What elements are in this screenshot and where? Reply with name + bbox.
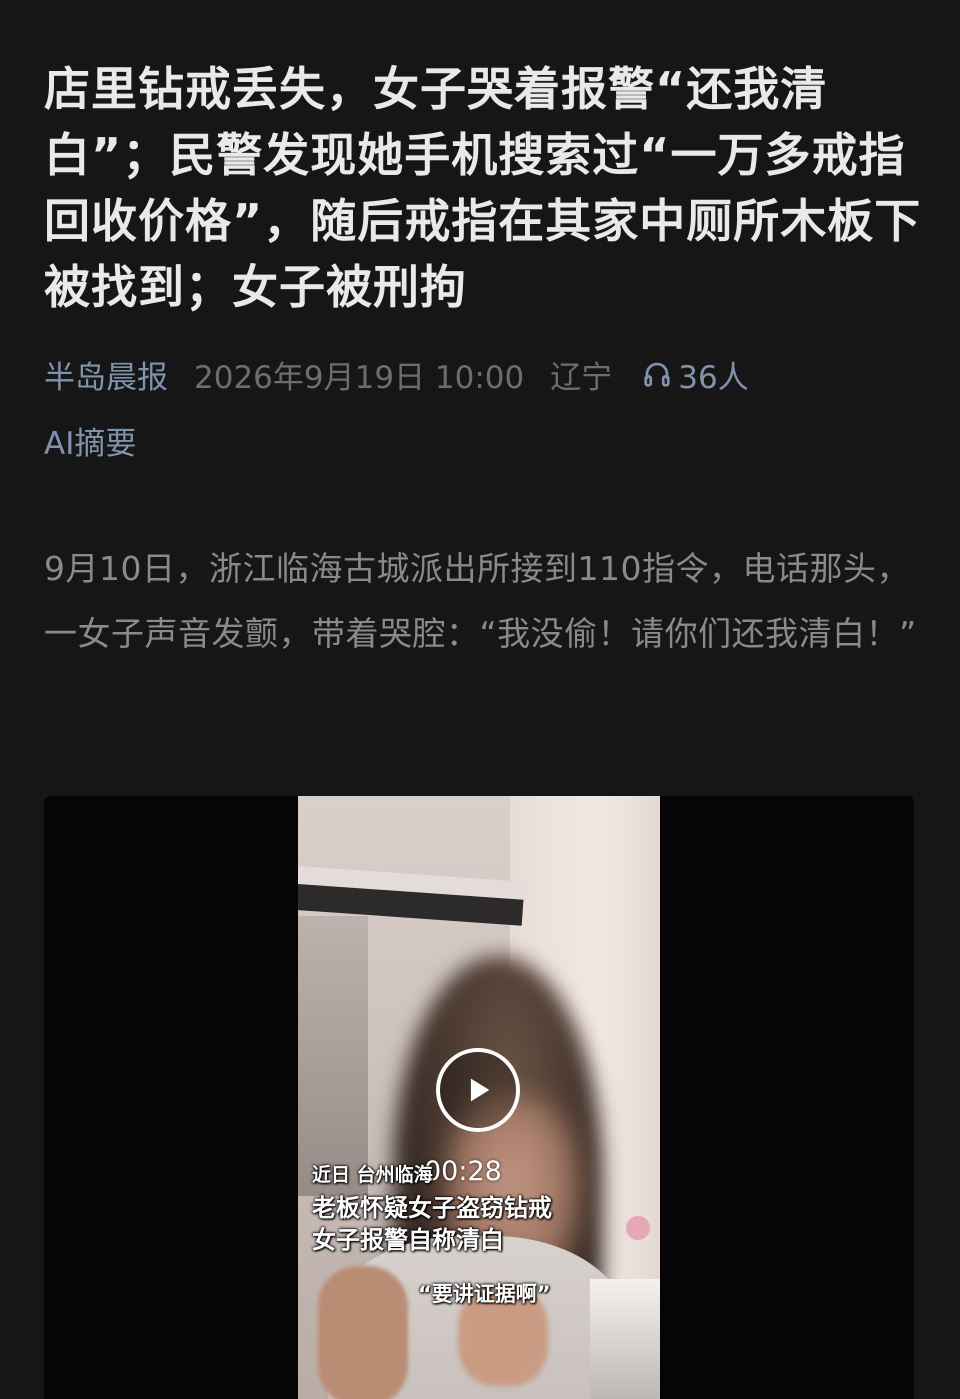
video-scene-rack: [298, 916, 368, 1196]
article-body: 9月10日，浙江临海古城派出所接到110指令，电话那头，一女子声音发颤，带着哭腔…: [44, 549, 917, 653]
video-caption-line: 女子报警自称清白: [312, 1226, 504, 1254]
article-headline: 店里钻戒丢失，女子哭着报警“还我清白”；民警发现她手机搜索过“一万多戒指回收价格…: [44, 62, 922, 314]
video-caption-quote: “要讲证据啊”: [418, 1282, 551, 1306]
article-meta: 半岛晨报 2026年9月19日 10:00 辽宁 36人: [44, 350, 749, 398]
video-caption-line: 老板怀疑女子盗窃钻戒: [312, 1194, 552, 1222]
play-button[interactable]: [436, 1048, 520, 1132]
ai-summary-button[interactable]: AI摘要: [44, 418, 136, 463]
listen-count-text: 36人: [678, 359, 749, 396]
region-label: 辽宁: [550, 359, 613, 396]
source-name[interactable]: 半岛晨报: [44, 352, 168, 397]
video-duration: 00:28: [424, 1156, 502, 1187]
headphones-icon: [644, 362, 670, 387]
video-player[interactable]: 00:28 近日 台州临海 老板怀疑女子盗窃钻戒 女子报警自称清白 “要讲证据啊…: [44, 796, 914, 1399]
video-scene-flower: [626, 1216, 650, 1240]
video-scene-person-arm: [318, 1266, 408, 1399]
listen-count[interactable]: 36人: [642, 352, 749, 397]
play-icon: [470, 1078, 490, 1102]
video-scene-sink: [590, 1279, 660, 1399]
publish-date: 2026年9月19日 10:00: [194, 359, 525, 396]
news-article: 店里钻戒丢失，女子哭着报警“还我清白”；民警发现她手机搜索过“一万多戒指回收价格…: [0, 0, 960, 1399]
video-caption-location: 近日 台州临海: [312, 1164, 433, 1186]
